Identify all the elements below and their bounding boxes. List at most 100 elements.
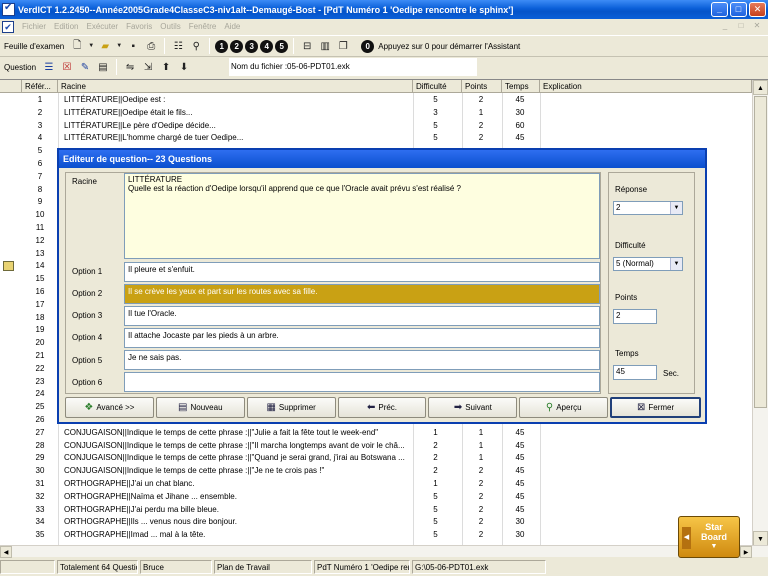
row-difficulte: 5: [433, 530, 438, 540]
number-2-button[interactable]: 2: [230, 39, 244, 53]
grid-header-racine[interactable]: Racine: [58, 80, 413, 93]
number-1-button[interactable]: 1: [215, 39, 229, 53]
supprimer-button[interactable]: ▦ Supprimer: [246, 397, 336, 418]
vertical-scrollbar[interactable]: ▲ ▼: [752, 80, 768, 545]
chevron-down-icon[interactable]: ▼: [670, 202, 682, 214]
scroll-left-icon[interactable]: ◀: [0, 546, 12, 558]
number-4-button[interactable]: 4: [260, 39, 274, 53]
question-properties-icon[interactable]: ▤: [96, 60, 110, 74]
menu-edition[interactable]: Edition: [50, 22, 82, 31]
grid-header-explication[interactable]: Explication: [540, 80, 752, 93]
row-reference: 25: [35, 402, 45, 412]
grid-header-temps[interactable]: Temps: [502, 80, 540, 93]
difficulte-select[interactable]: 5 (Normal) ▼: [613, 257, 683, 271]
split-view-icon[interactable]: ⊟: [300, 39, 314, 53]
new-sheet-icon[interactable]: 🗋: [70, 39, 84, 53]
option-6-field[interactable]: [124, 372, 600, 392]
option-5-field[interactable]: Je ne sais pas.: [124, 350, 600, 370]
avance-button[interactable]: ❖ Avancé >>: [65, 397, 154, 418]
table-row[interactable]: 3 LITTÉRATURE||Le père d'Oedipe décide...…: [0, 120, 752, 133]
status-user: Bruce: [140, 560, 212, 574]
points-field[interactable]: 2: [613, 309, 657, 324]
chevron-down-icon[interactable]: ▼: [670, 258, 682, 270]
table-row[interactable]: 34 ORTHOGRAPHE||Ils ... venus nous dire b…: [0, 516, 752, 529]
dropdown-arrow-icon[interactable]: ▼: [116, 39, 122, 53]
scroll-thumb[interactable]: [754, 96, 767, 408]
status-empty: [0, 560, 55, 574]
windows-icon[interactable]: ❐: [336, 39, 350, 53]
dropdown-arrow-icon[interactable]: ▼: [88, 39, 94, 53]
mdi-minimize-button[interactable]: _: [718, 21, 732, 33]
question-panel: Racine LITTÉRATURE Quelle est la réactio…: [65, 172, 601, 394]
open-folder-icon[interactable]: ▰: [98, 39, 112, 53]
scroll-down-icon[interactable]: ▼: [753, 531, 768, 545]
number-3-button[interactable]: 3: [245, 39, 259, 53]
table-row[interactable]: 28 CONJUGAISON||Indique le temps de cette…: [0, 440, 752, 453]
option-5-label: Option 5: [72, 356, 103, 365]
option-2-field[interactable]: Il se crève les yeux et part sur les rou…: [124, 284, 600, 304]
toolbar-question: Question ☰ ☒ ✎ ▤ ⇋ ⇲ ⬆ ⬇ Nom du fichier …: [0, 57, 768, 77]
toolbar-exam-label: Feuille d'examen: [4, 41, 65, 51]
grid-header-difficulte[interactable]: Difficulté: [413, 80, 462, 93]
menu-favoris[interactable]: Favoris: [122, 22, 156, 31]
option-1-field[interactable]: Il pleure et s'enfuit.: [124, 262, 600, 282]
number-5-button[interactable]: 5: [275, 39, 289, 53]
table-row[interactable]: 2 LITTÉRATURE||Oedipe était le fils... 3 1 3…: [0, 107, 752, 120]
row-reference: 18: [35, 312, 45, 322]
table-row[interactable]: 33 ORTHOGRAPHE||J'ai perdu ma bille bleue…: [0, 504, 752, 517]
menu-aide[interactable]: Aide: [220, 22, 244, 31]
starboard-left-icon[interactable]: ◀: [682, 527, 691, 549]
row-racine: CONJUGAISON||Indique le temps de cette p…: [64, 440, 405, 450]
scroll-right-icon[interactable]: ▶: [740, 546, 752, 558]
menu-executer[interactable]: Exécuter: [82, 22, 122, 31]
mdi-restore-button[interactable]: □: [734, 21, 748, 33]
minimize-button[interactable]: _: [711, 2, 728, 17]
arrow-up-icon[interactable]: ⬆: [159, 60, 173, 74]
table-row[interactable]: 4 LITTÉRATURE||L'homme chargé de tuer Oed…: [0, 132, 752, 145]
table-row[interactable]: 30 CONJUGAISON||Indique le temps de cette…: [0, 465, 752, 478]
option-3-field[interactable]: Il tue l'Oracle.: [124, 306, 600, 326]
suivant-button[interactable]: ➡ Suivant: [428, 397, 518, 418]
temps-field[interactable]: 45: [613, 365, 657, 380]
option-1-label: Option 1: [72, 267, 103, 276]
link-icon[interactable]: ⇋: [123, 60, 137, 74]
delete-question-icon[interactable]: ☒: [60, 60, 74, 74]
row-temps: 45: [515, 440, 525, 450]
menu-fenetre[interactable]: Fenêtre: [185, 22, 221, 31]
racine-textarea[interactable]: LITTÉRATURE Quelle est la réaction d'Oed…: [124, 173, 600, 259]
grid-header-reference[interactable]: Référ...: [22, 80, 58, 93]
table-row[interactable]: 27 CONJUGAISON||Indique le temps de cette…: [0, 427, 752, 440]
maximize-button[interactable]: □: [730, 2, 747, 17]
menu-outils[interactable]: Outils: [156, 22, 184, 31]
document-icon[interactable]: ✔: [2, 20, 14, 33]
scroll-up-icon[interactable]: ▲: [753, 80, 768, 95]
toolbar-question-label: Question: [4, 62, 37, 72]
option-4-field[interactable]: Il attache Jocaste par les pieds à un ar…: [124, 328, 600, 348]
menu-fichier[interactable]: Fichier: [18, 22, 50, 31]
mdi-close-button[interactable]: ✕: [750, 21, 764, 33]
number-0-button[interactable]: 0: [361, 39, 375, 53]
question-list-icon[interactable]: ☰: [42, 60, 56, 74]
table-row[interactable]: 29 CONJUGAISON||Indique le temps de cette…: [0, 452, 752, 465]
fermer-button[interactable]: ⊠ Fermer: [610, 397, 702, 418]
table-row[interactable]: 31 ORTHOGRAPHE||J'ai un chat blanc. 1 2 45: [0, 478, 752, 491]
grid-header-points[interactable]: Points: [462, 80, 502, 93]
edit-question-icon[interactable]: ✎: [78, 60, 92, 74]
close-button[interactable]: ✕: [749, 2, 766, 17]
horizontal-scrollbar[interactable]: ◀ ▶: [0, 545, 768, 558]
reponse-select[interactable]: 2 ▼: [613, 201, 683, 215]
table-row[interactable]: 1 LITTÉRATURE||Oedipe est : 5 2 45: [0, 94, 752, 107]
table-row[interactable]: 32 ORTHOGRAPHE||Naïma et Jihane ... ensem…: [0, 491, 752, 504]
starboard-widget[interactable]: ◀ Star Board ▼: [678, 516, 740, 558]
export-icon[interactable]: ⇲: [141, 60, 155, 74]
find-icon[interactable]: ⚲: [189, 39, 203, 53]
columns-icon[interactable]: ▥: [318, 39, 332, 53]
nouveau-button[interactable]: ▤ Nouveau: [155, 397, 245, 418]
table-row[interactable]: 35 ORTHOGRAPHE||Imad ... mal à la tête. 5 2…: [0, 529, 752, 542]
arrow-down-icon[interactable]: ⬇: [177, 60, 191, 74]
apercu-button[interactable]: ⚲ Aperçu: [519, 397, 609, 418]
print-icon[interactable]: ⎙: [144, 39, 158, 53]
prec-button[interactable]: ⬅ Préc.: [337, 397, 427, 418]
properties-icon[interactable]: ☷: [171, 39, 185, 53]
save-icon[interactable]: ▪: [126, 39, 140, 53]
